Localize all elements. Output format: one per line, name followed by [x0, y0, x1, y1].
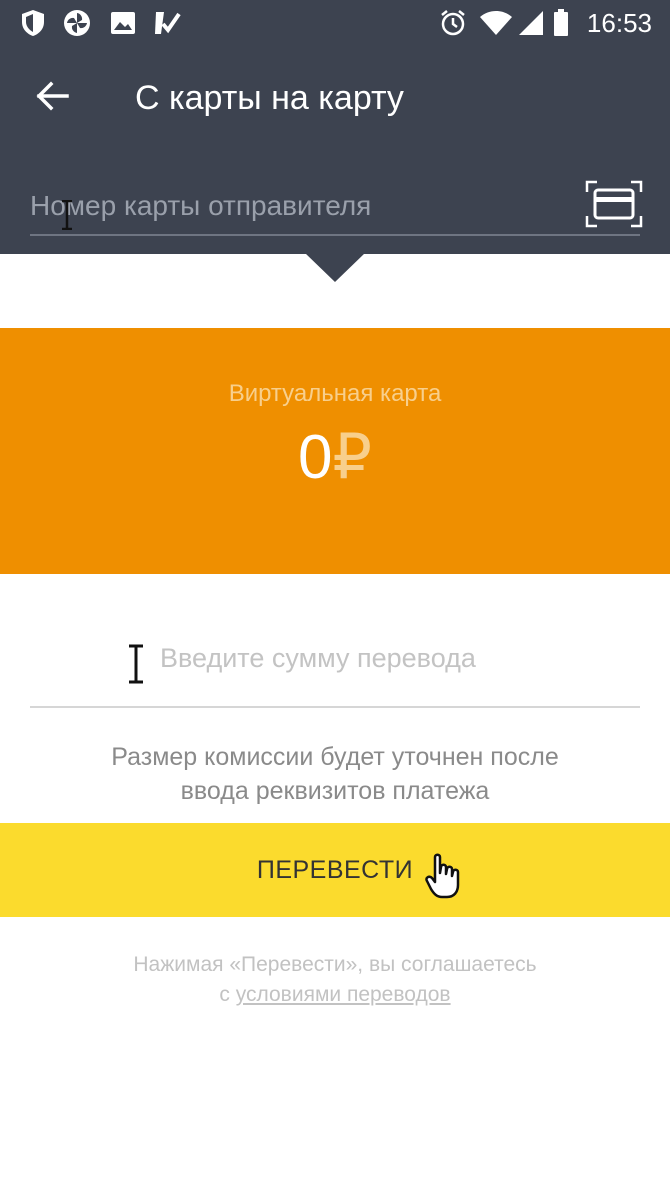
card-input-underline — [30, 234, 640, 236]
terms-note: Нажимая «Перевести», вы соглашаетесь с у… — [0, 950, 670, 1010]
check-tag-icon — [152, 8, 182, 38]
battery-icon — [550, 8, 572, 38]
transfer-button[interactable]: ПЕРЕВЕСТИ — [0, 823, 670, 917]
status-bar: 16:53 — [0, 0, 670, 46]
text-cursor-icon — [60, 199, 74, 235]
virtual-card-balance: 0₽ — [0, 420, 670, 496]
commission-line-1: Размер комиссии будет уточнен после — [111, 743, 559, 771]
currency-symbol: ₽ — [332, 423, 372, 492]
signal-icon — [516, 8, 546, 38]
page-title: С карты на карту — [135, 79, 404, 117]
wifi-icon — [478, 8, 514, 38]
commission-note: Размер комиссии будет уточнен после ввод… — [0, 740, 670, 808]
transfer-terms-link[interactable]: условиями переводов — [236, 983, 451, 1006]
text-cursor-icon — [126, 644, 146, 689]
sender-card-number-input[interactable] — [30, 186, 580, 226]
hand-pointer-icon — [425, 853, 461, 904]
commission-line-2: ввода реквизитов платежа — [180, 777, 490, 805]
terms-prefix: с — [219, 983, 230, 1006]
image-icon — [108, 8, 138, 38]
terms-line-2: с условиями переводов — [0, 980, 670, 1010]
virtual-card[interactable]: Виртуальная карта 0₽ — [0, 328, 670, 574]
amount-input-underline — [30, 706, 640, 708]
card-scan-icon — [585, 180, 643, 232]
header-pointer — [305, 253, 365, 282]
transfer-amount-input[interactable] — [160, 638, 630, 678]
balance-value: 0 — [298, 423, 333, 492]
app-bar: С карты на карту — [0, 46, 670, 254]
back-button[interactable] — [30, 76, 74, 120]
scan-card-button[interactable] — [585, 180, 643, 228]
virtual-card-label: Виртуальная карта — [228, 380, 442, 407]
terms-line-1: Нажимая «Перевести», вы соглашаетесь — [133, 953, 537, 976]
clock: 16:53 — [586, 8, 652, 38]
alarm-icon — [438, 8, 468, 38]
arrow-left-icon — [35, 81, 69, 116]
shield-icon — [18, 8, 48, 38]
pinwheel-icon — [62, 8, 92, 38]
